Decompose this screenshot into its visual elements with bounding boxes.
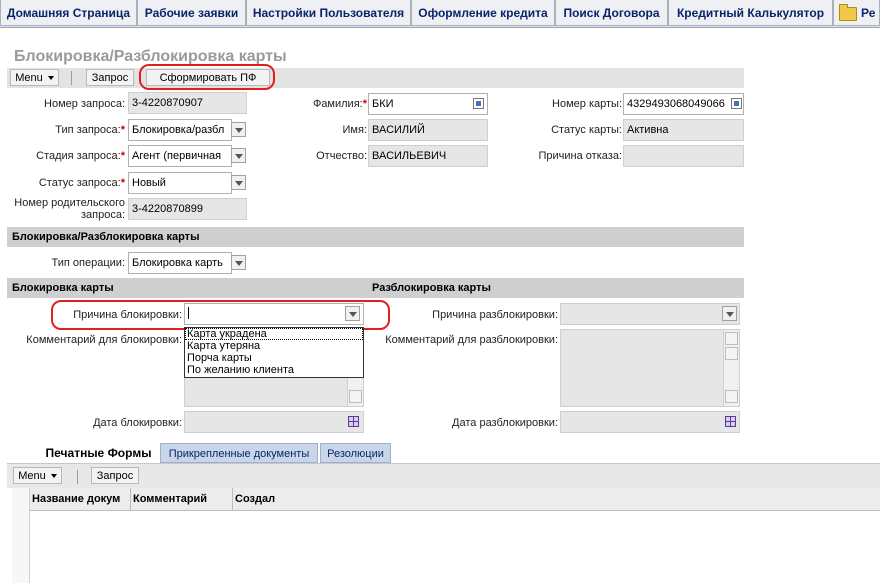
request-type-dropdown-button[interactable]: [231, 122, 246, 137]
menu-button-label: Menu: [15, 72, 43, 84]
block-date-label: Дата блокировки:: [93, 417, 182, 429]
request-button[interactable]: Запрос: [86, 69, 134, 86]
toolbar-separator: [71, 71, 72, 85]
calendar-icon[interactable]: [348, 416, 359, 427]
lower-menu-button-label: Menu: [18, 470, 46, 482]
request-type-label-text: Тип запроса:: [55, 124, 121, 136]
reject-reason-label: Причина отказа:: [538, 150, 622, 162]
grid-body: [12, 511, 880, 583]
reject-reason-field[interactable]: [623, 145, 744, 167]
top-navigation: Домашняя Страница Рабочие заявки Настрой…: [0, 0, 880, 28]
unblock-comment-label: Комментарий для разблокировки:: [385, 334, 558, 346]
first-name-label: Имя:: [342, 124, 367, 136]
grid-header: Название докум Комментарий Создал: [12, 488, 880, 511]
tab-work-requests[interactable]: Рабочие заявки: [137, 0, 246, 26]
request-stage-label-text: Стадия запроса:: [36, 150, 121, 162]
parent-request-number-field[interactable]: 3-4220870899: [128, 198, 247, 220]
card-status-label: Статус карты:: [551, 124, 622, 136]
section-header-block: Блокировка карты: [7, 278, 367, 298]
tab-contract-search[interactable]: Поиск Договора: [555, 0, 668, 26]
lower-request-button[interactable]: Запрос: [91, 467, 139, 484]
required-star: *: [362, 98, 367, 110]
dropdown-option[interactable]: Порча карты: [185, 352, 363, 364]
pick-icon[interactable]: [473, 98, 484, 109]
required-star: *: [120, 150, 125, 162]
request-number-field[interactable]: 3-4220870907: [128, 92, 247, 114]
grid-column-header[interactable]: Создал: [233, 488, 353, 510]
request-stage-select[interactable]: Агент (первичная: [128, 145, 232, 167]
patronymic-field[interactable]: ВАСИЛЬЕВИЧ: [368, 145, 488, 167]
grid-column-header[interactable]: Комментарий: [131, 488, 233, 510]
main-toolbar: Menu Запрос Сформировать ПФ: [7, 68, 744, 88]
chevron-down-icon: [50, 474, 57, 479]
grid-column-header[interactable]: Название докум: [30, 488, 131, 510]
unblock-reason-label: Причина разблокировки:: [432, 309, 558, 321]
lower-menu-button[interactable]: Menu: [13, 467, 62, 484]
request-status-dropdown-button[interactable]: [231, 175, 246, 190]
last-name-label: Фамилия:*: [313, 98, 367, 110]
block-reason-dropdown-list[interactable]: Карта украдена Карта утеряна Порча карты…: [184, 327, 364, 378]
required-star: *: [120, 124, 125, 136]
first-name-field[interactable]: ВАСИЛИЙ: [368, 119, 488, 141]
scroll-down-icon[interactable]: [349, 390, 362, 403]
calendar-icon[interactable]: [725, 416, 736, 427]
tab-credit-processing[interactable]: Оформление кредита: [411, 0, 555, 26]
parent-request-label-line1: Номер родительского: [14, 197, 125, 209]
pick-icon[interactable]: [731, 98, 742, 109]
card-number-label: Номер карты:: [552, 98, 622, 110]
dropdown-option[interactable]: Карта украдена: [185, 328, 363, 340]
section-header-block-unblock: Блокировка/Разблокировка карты: [7, 227, 744, 247]
request-status-label-text: Статус запроса:: [38, 177, 121, 189]
tab-resolutions[interactable]: Резолюции: [320, 443, 391, 463]
operation-type-label: Тип операции:: [51, 257, 125, 269]
request-status-select[interactable]: Новый: [128, 172, 232, 194]
block-comment-label: Комментарий для блокировки:: [26, 334, 182, 346]
scroll-up-icon[interactable]: [725, 347, 738, 360]
last-name-label-text: Фамилия:: [312, 98, 363, 110]
lower-toolbar: Menu Запрос: [7, 463, 880, 488]
request-type-select[interactable]: Блокировка/разбл: [128, 119, 232, 141]
required-star: *: [120, 177, 125, 189]
unblock-reason-dropdown-button[interactable]: [722, 306, 737, 321]
unblock-date-field[interactable]: [560, 411, 740, 433]
section-header-unblock: Разблокировка карты: [367, 278, 744, 298]
unblock-comment-textarea[interactable]: [560, 329, 740, 407]
folder-icon: [839, 4, 857, 21]
request-stage-dropdown-button[interactable]: [231, 148, 246, 163]
toolbar-separator: [77, 470, 78, 484]
tab-home[interactable]: Домашняя Страница: [0, 0, 137, 26]
dropdown-option[interactable]: Карта утеряна: [185, 340, 363, 352]
highlight-ring-block-reason: [51, 300, 390, 330]
request-stage-label: Стадия запроса:*: [36, 150, 125, 162]
card-status-field[interactable]: Активна: [623, 119, 744, 141]
unblock-date-label: Дата разблокировки:: [452, 417, 558, 429]
operation-type-select[interactable]: Блокировка карть: [128, 252, 232, 274]
request-status-label: Статус запроса:*: [39, 177, 125, 189]
tab-user-settings[interactable]: Настройки Пользователя: [246, 0, 411, 26]
highlight-ring-generate-pf: [139, 64, 275, 90]
request-number-label: Номер запроса:: [44, 98, 125, 110]
unblock-reason-select[interactable]: [560, 303, 740, 325]
patronymic-label: Отчество:: [316, 150, 367, 162]
chevron-down-icon: [47, 76, 54, 81]
tab-attached-documents[interactable]: Прикрепленные документы: [160, 443, 318, 463]
parent-request-label-line2: запроса:: [80, 209, 125, 221]
expand-icon[interactable]: [725, 332, 738, 345]
tab-credit-calculator[interactable]: Кредитный Калькулятор: [668, 0, 833, 26]
request-type-label: Тип запроса:*: [55, 124, 125, 136]
tab-print-forms[interactable]: Печатные Формы: [38, 443, 159, 463]
unblock-comment-scrollbar[interactable]: [723, 330, 739, 406]
menu-button[interactable]: Menu: [10, 69, 59, 86]
last-name-field[interactable]: БКИ: [368, 93, 488, 115]
grid-row-gutter: [12, 488, 30, 583]
block-date-field[interactable]: [184, 411, 364, 433]
card-number-field[interactable]: 4329493068049066: [623, 93, 744, 115]
parent-request-label: Номер родительского запроса:: [14, 197, 125, 221]
dropdown-option[interactable]: По желанию клиента: [185, 364, 363, 376]
scroll-down-icon[interactable]: [725, 390, 738, 403]
operation-type-dropdown-button[interactable]: [231, 255, 246, 270]
